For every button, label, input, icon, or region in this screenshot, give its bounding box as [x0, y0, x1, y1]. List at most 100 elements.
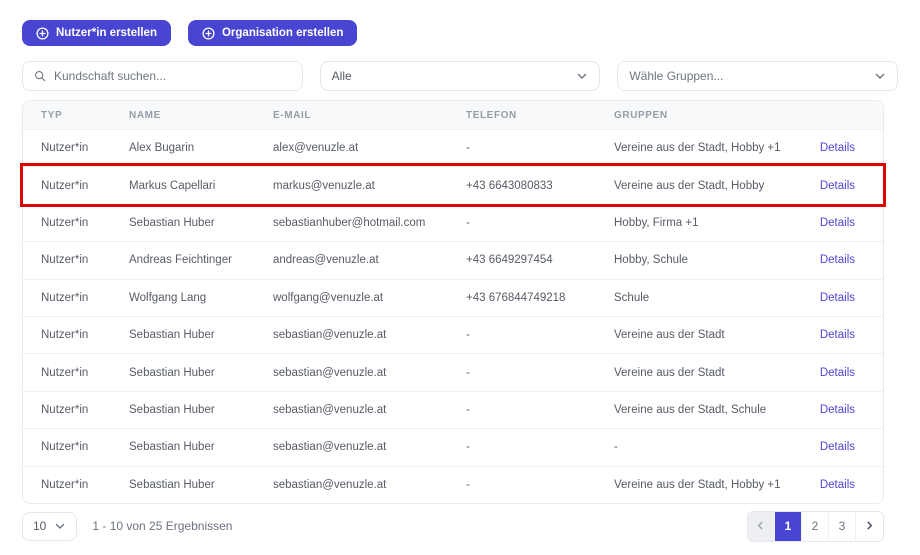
cell-actions: Details — [805, 329, 863, 341]
cell-email: sebastian@venuzle.at — [273, 441, 466, 453]
table-row[interactable]: Nutzer*in Sebastian Huber sebastian@venu… — [23, 316, 883, 353]
filter-bar: Alle Wähle Gruppen... — [22, 61, 898, 91]
cell-email: alex@venuzle.at — [273, 142, 466, 154]
cell-name: Sebastian Huber — [129, 217, 273, 229]
table-row[interactable]: Nutzer*in Alex Bugarin alex@venuzle.at -… — [23, 129, 883, 166]
details-link[interactable]: Details — [820, 479, 855, 491]
cell-name: Sebastian Huber — [129, 367, 273, 379]
cell-gruppen: Vereine aus der Stadt, Hobby +1 — [614, 479, 805, 491]
details-link[interactable]: Details — [820, 404, 855, 416]
cell-gruppen: Vereine aus der Stadt, Hobby +1 — [614, 142, 805, 154]
page-size-value: 10 — [33, 519, 46, 533]
cell-gruppen: Vereine aus der Stadt, Hobby — [614, 180, 805, 192]
cell-name: Alex Bugarin — [129, 142, 273, 154]
chevron-down-icon — [54, 520, 66, 532]
groups-filter-placeholder: Wähle Gruppen... — [629, 69, 723, 83]
details-link[interactable]: Details — [820, 367, 855, 379]
next-page-button[interactable] — [856, 512, 883, 541]
cell-telefon: +43 6643080833 — [466, 180, 614, 192]
chevron-down-icon — [576, 70, 588, 82]
cell-typ: Nutzer*in — [41, 367, 129, 379]
previous-page-button[interactable] — [748, 512, 775, 541]
customer-table: TYP NAME E-MAIL TELEFON GRUPPEN Nutzer*i… — [22, 100, 884, 504]
search-input[interactable] — [54, 69, 291, 83]
cell-email: andreas@venuzle.at — [273, 254, 466, 266]
table-row[interactable]: Nutzer*in Markus Capellari markus@venuzl… — [23, 166, 883, 203]
cell-email: markus@venuzle.at — [273, 180, 466, 192]
groups-filter-select[interactable]: Wähle Gruppen... — [617, 61, 898, 91]
table-row[interactable]: Nutzer*in Sebastian Huber sebastian@venu… — [23, 466, 883, 503]
details-link[interactable]: Details — [820, 180, 855, 192]
cell-typ: Nutzer*in — [41, 441, 129, 453]
cell-actions: Details — [805, 217, 863, 229]
details-link[interactable]: Details — [820, 441, 855, 453]
cell-typ: Nutzer*in — [41, 329, 129, 341]
cell-typ: Nutzer*in — [41, 479, 129, 491]
table-row[interactable]: Nutzer*in Andreas Feichtinger andreas@ve… — [23, 241, 883, 278]
cell-name: Sebastian Huber — [129, 441, 273, 453]
table-row[interactable]: Nutzer*in Sebastian Huber sebastian@venu… — [23, 428, 883, 465]
cell-actions: Details — [805, 292, 863, 304]
cell-telefon: - — [466, 404, 614, 416]
page-button-1[interactable]: 1 — [775, 512, 802, 541]
create-user-button[interactable]: Nutzer*in erstellen — [22, 20, 171, 46]
cell-name: Sebastian Huber — [129, 404, 273, 416]
table-row[interactable]: Nutzer*in Sebastian Huber sebastianhuber… — [23, 204, 883, 241]
cell-email: sebastian@venuzle.at — [273, 479, 466, 491]
cell-name: Andreas Feichtinger — [129, 254, 273, 266]
details-link[interactable]: Details — [820, 254, 855, 266]
table-row[interactable]: Nutzer*in Wolfgang Lang wolfgang@venuzle… — [23, 279, 883, 316]
cell-email: sebastian@venuzle.at — [273, 404, 466, 416]
cell-telefon: - — [466, 367, 614, 379]
details-link[interactable]: Details — [820, 292, 855, 304]
column-header-name: NAME — [129, 110, 273, 121]
page-button-3[interactable]: 3 — [829, 512, 856, 541]
cell-email: wolfgang@venuzle.at — [273, 292, 466, 304]
customer-search-box — [22, 61, 303, 91]
chevron-right-icon — [864, 520, 876, 532]
table-row[interactable]: Nutzer*in Sebastian Huber sebastian@venu… — [23, 391, 883, 428]
column-header-gruppen: GRUPPEN — [614, 110, 805, 121]
page-button-2[interactable]: 2 — [802, 512, 829, 541]
cell-typ: Nutzer*in — [41, 217, 129, 229]
cell-email: sebastian@venuzle.at — [273, 367, 466, 379]
plus-circle-icon — [202, 27, 215, 40]
cell-name: Sebastian Huber — [129, 479, 273, 491]
cell-actions: Details — [805, 254, 863, 266]
cell-telefon: +43 676844749218 — [466, 292, 614, 304]
page-size-select[interactable]: 10 — [22, 512, 77, 541]
cell-typ: Nutzer*in — [41, 404, 129, 416]
customer-management-page: Nutzer*in erstellen Organisation erstell… — [0, 0, 920, 542]
cell-name: Markus Capellari — [129, 180, 273, 192]
cell-actions: Details — [805, 367, 863, 379]
cell-actions: Details — [805, 142, 863, 154]
chevron-down-icon — [874, 70, 886, 82]
chevron-left-icon — [755, 520, 767, 532]
column-header-telefon: TELEFON — [466, 110, 614, 121]
type-filter-value: Alle — [332, 69, 352, 83]
type-filter-select[interactable]: Alle — [320, 61, 601, 91]
create-organisation-button[interactable]: Organisation erstellen — [188, 20, 357, 46]
pager: 1 2 3 — [747, 511, 884, 542]
table-row[interactable]: Nutzer*in Sebastian Huber sebastian@venu… — [23, 353, 883, 390]
cell-typ: Nutzer*in — [41, 292, 129, 304]
search-icon — [34, 70, 46, 82]
details-link[interactable]: Details — [820, 142, 855, 154]
cell-gruppen: Vereine aus der Stadt, Schule — [614, 404, 805, 416]
cell-name: Wolfgang Lang — [129, 292, 273, 304]
details-link[interactable]: Details — [820, 217, 855, 229]
cell-actions: Details — [805, 404, 863, 416]
cell-telefon: - — [466, 142, 614, 154]
cell-telefon: - — [466, 441, 614, 453]
cell-gruppen: Hobby, Schule — [614, 254, 805, 266]
pagination-left: 10 1 - 10 von 25 Ergebnissen — [22, 512, 232, 541]
create-organisation-label: Organisation erstellen — [222, 27, 343, 39]
cell-telefon: +43 6649297454 — [466, 254, 614, 266]
cell-email: sebastianhuber@hotmail.com — [273, 217, 466, 229]
column-header-email: E-MAIL — [273, 110, 466, 121]
cell-gruppen: Schule — [614, 292, 805, 304]
cell-telefon: - — [466, 329, 614, 341]
cell-gruppen: Hobby, Firma +1 — [614, 217, 805, 229]
cell-typ: Nutzer*in — [41, 254, 129, 266]
details-link[interactable]: Details — [820, 329, 855, 341]
